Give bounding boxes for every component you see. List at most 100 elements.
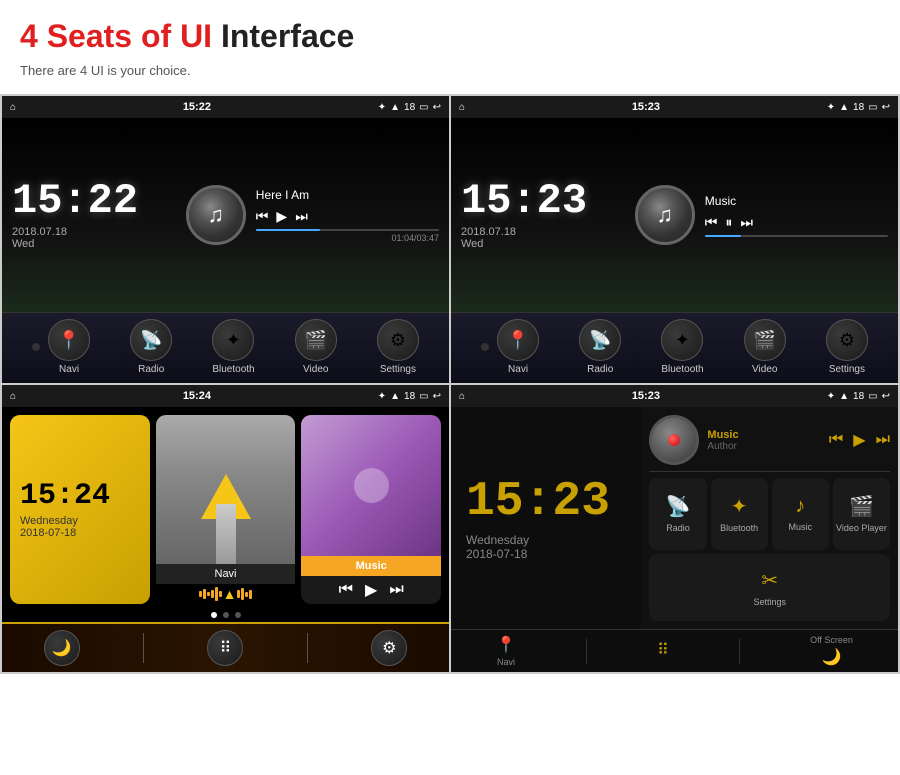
- navi-icon-1[interactable]: 📍: [48, 319, 90, 361]
- navi-icon-2[interactable]: 📍: [497, 319, 539, 361]
- ui4-music-author: Author: [707, 441, 820, 452]
- settings-icon-1[interactable]: ⚙: [377, 319, 419, 361]
- status-right-4: ✦ ▲ 18 ▭ ↩: [827, 391, 890, 402]
- nav-item-bluetooth-2[interactable]: ✦ Bluetooth: [661, 319, 703, 375]
- radio-icon-2[interactable]: 📡: [579, 319, 621, 361]
- ui2-day: Wed: [461, 238, 630, 250]
- back-icon-2: ↩: [882, 102, 890, 113]
- bt-icon-4-grid: ✦: [731, 494, 748, 519]
- ui3-cards: 15:24 Wednesday 2018-07-18 Navi: [2, 407, 449, 608]
- bt-icon-3: ✦: [378, 391, 386, 402]
- next-btn-4[interactable]: ⏭: [876, 431, 890, 449]
- signal-icon-1: ▲: [390, 102, 400, 113]
- radio-icon-1[interactable]: 📡: [130, 319, 172, 361]
- page-dot-3[interactable]: [235, 612, 241, 618]
- nav-item-navi-2[interactable]: 📍 Navi: [497, 319, 539, 375]
- ui2-content: 15:23 2018.07.18 Wed ♫ Music ⏮ ⏸ ⏭: [451, 118, 898, 312]
- home-icon-4: ⌂: [459, 391, 465, 402]
- status-bar-1: ⌂ 15:22 ✦ ▲ 18 ▭ ↩: [2, 96, 449, 118]
- ui-grid: ⌂ 15:22 ✦ ▲ 18 ▭ ↩ 15:22 2018.07.18 Wed: [0, 94, 900, 674]
- play-btn-4[interactable]: ▶: [853, 430, 865, 450]
- status-right-1: ✦ ▲ 18 ▭ ↩: [378, 102, 441, 113]
- status-left-1: ⌂: [10, 102, 16, 113]
- nav-label-settings-2: Settings: [829, 364, 865, 375]
- battery-icon-2: ▭: [868, 102, 877, 113]
- ui4-content: 15:23 Wednesday 2018-07-18 Music Author …: [451, 407, 898, 629]
- card-music-label: Music: [301, 556, 441, 576]
- signal-icon-4: ▲: [839, 391, 849, 402]
- ui4-icon-radio[interactable]: 📡 Radio: [649, 478, 706, 550]
- ui4-bottom-bar: 📍 Navi ⠿ Off Screen 🌙: [451, 629, 898, 672]
- ui4-music-top: Music Author ⏮ ▶ ⏭: [649, 415, 890, 472]
- ui3-card-date: Wednesday: [20, 515, 78, 527]
- ui1-disc: ♫: [186, 185, 246, 245]
- bluetooth-icon-1[interactable]: ✦: [212, 319, 254, 361]
- next-btn-1[interactable]: ⏭: [295, 208, 308, 225]
- card-music: Music ⏮ ▶ ⏭: [301, 415, 441, 604]
- play-btn-3[interactable]: ▶: [365, 580, 377, 600]
- nav-item-radio-2[interactable]: 📡 Radio: [579, 319, 621, 375]
- settings-icon-4: ✂: [761, 568, 778, 593]
- ui3-clock: 15:24: [20, 481, 110, 511]
- ui4-sep-1: [586, 639, 587, 664]
- video-icon-2[interactable]: 🎬: [744, 319, 786, 361]
- page-dot-2[interactable]: [223, 612, 229, 618]
- ui3-bottom-bar: 🌙 ⠿ ⚙: [2, 622, 449, 672]
- ui4-icon-music[interactable]: ♪ Music: [772, 478, 829, 550]
- ui4-icons-grid: 📡 Radio ✦ Bluetooth ♪ Music 🎬 Video Play…: [649, 478, 890, 621]
- prev-btn-4[interactable]: ⏮: [829, 431, 843, 449]
- ui4-music-ctrl[interactable]: ⏮ ▶ ⏭: [829, 430, 890, 450]
- nav-label-navi-1: Navi: [59, 364, 79, 375]
- ui-panel-3: ⌂ 15:24 ✦ ▲ 18 ▭ ↩ 15:24 Wednesday 2018-…: [2, 385, 451, 674]
- ui4-navi-item[interactable]: 📍 Navi: [496, 635, 516, 667]
- back-icon-1: ↩: [433, 102, 441, 113]
- nav-label-navi-2: Navi: [508, 364, 528, 375]
- prev-btn-1[interactable]: ⏮: [256, 208, 269, 225]
- next-btn-2[interactable]: ⏭: [740, 214, 753, 231]
- person-icon: [354, 468, 389, 503]
- ui4-radio-label: Radio: [666, 523, 690, 533]
- nav-item-settings-1[interactable]: ⚙ Settings: [377, 319, 419, 375]
- ui4-day: 2018-07-18: [466, 547, 527, 561]
- card-clock-inner: 15:24 Wednesday 2018-07-18: [10, 415, 150, 604]
- ui2-progress-fill: [705, 235, 742, 237]
- prev-btn-2[interactable]: ⏮: [705, 214, 718, 231]
- battery-icon-3: ▭: [419, 391, 428, 402]
- bluetooth-icon-2[interactable]: ✦: [661, 319, 703, 361]
- ui1-music-controls[interactable]: ⏮ ▶ ⏭: [256, 208, 439, 225]
- ui3-moon-btn[interactable]: 🌙: [44, 630, 80, 666]
- nav-label-video-1: Video: [303, 364, 328, 375]
- nav-item-bluetooth-1[interactable]: ✦ Bluetooth: [212, 319, 254, 375]
- nav-item-radio-1[interactable]: 📡 Radio: [130, 319, 172, 375]
- nav-item-video-2[interactable]: 🎬 Video: [744, 319, 786, 375]
- ui4-music-label: Music: [789, 522, 813, 532]
- ui4-icon-video[interactable]: 🎬 Video Player: [833, 478, 890, 550]
- prev-btn-3[interactable]: ⏮: [339, 581, 353, 599]
- nav-item-video-1[interactable]: 🎬 Video: [295, 319, 337, 375]
- status-right-2: ✦ ▲ 18 ▭ ↩: [827, 102, 890, 113]
- next-btn-3[interactable]: ⏭: [389, 581, 403, 599]
- video-icon-4: 🎬: [849, 494, 874, 519]
- ui3-grid-btn[interactable]: ⠿: [207, 630, 243, 666]
- ui3-card-date2: 2018-07-18: [20, 527, 76, 539]
- video-icon-1[interactable]: 🎬: [295, 319, 337, 361]
- page-dot-1[interactable]: [211, 612, 217, 618]
- ui2-music-controls[interactable]: ⏮ ⏸ ⏭: [705, 214, 888, 231]
- ui3-sep-2: [307, 633, 308, 663]
- battery-num-2: 18: [853, 102, 864, 113]
- road-line: [216, 504, 236, 564]
- music-icon-4: ♪: [795, 495, 805, 518]
- music-ctrl-row-3[interactable]: ⏮ ▶ ⏭: [301, 576, 441, 604]
- ui3-settings-btn[interactable]: ⚙: [371, 630, 407, 666]
- ui4-apps-item[interactable]: ⠿: [657, 640, 669, 662]
- play-btn-1[interactable]: ▶: [276, 208, 287, 225]
- ui4-icon-bluetooth[interactable]: ✦ Bluetooth: [711, 478, 768, 550]
- ui1-progress-bar: [256, 229, 439, 231]
- pause-btn-2[interactable]: ⏸: [725, 214, 732, 231]
- ui4-offscreen-item[interactable]: Off Screen 🌙: [810, 635, 853, 667]
- settings-icon-2[interactable]: ⚙: [826, 319, 868, 361]
- nav-item-settings-2[interactable]: ⚙ Settings: [826, 319, 868, 375]
- ui4-icon-settings[interactable]: ✂ Settings: [649, 554, 890, 622]
- nav-item-navi-1[interactable]: 📍 Navi: [48, 319, 90, 375]
- music-note-icon-1: ♫: [208, 202, 225, 228]
